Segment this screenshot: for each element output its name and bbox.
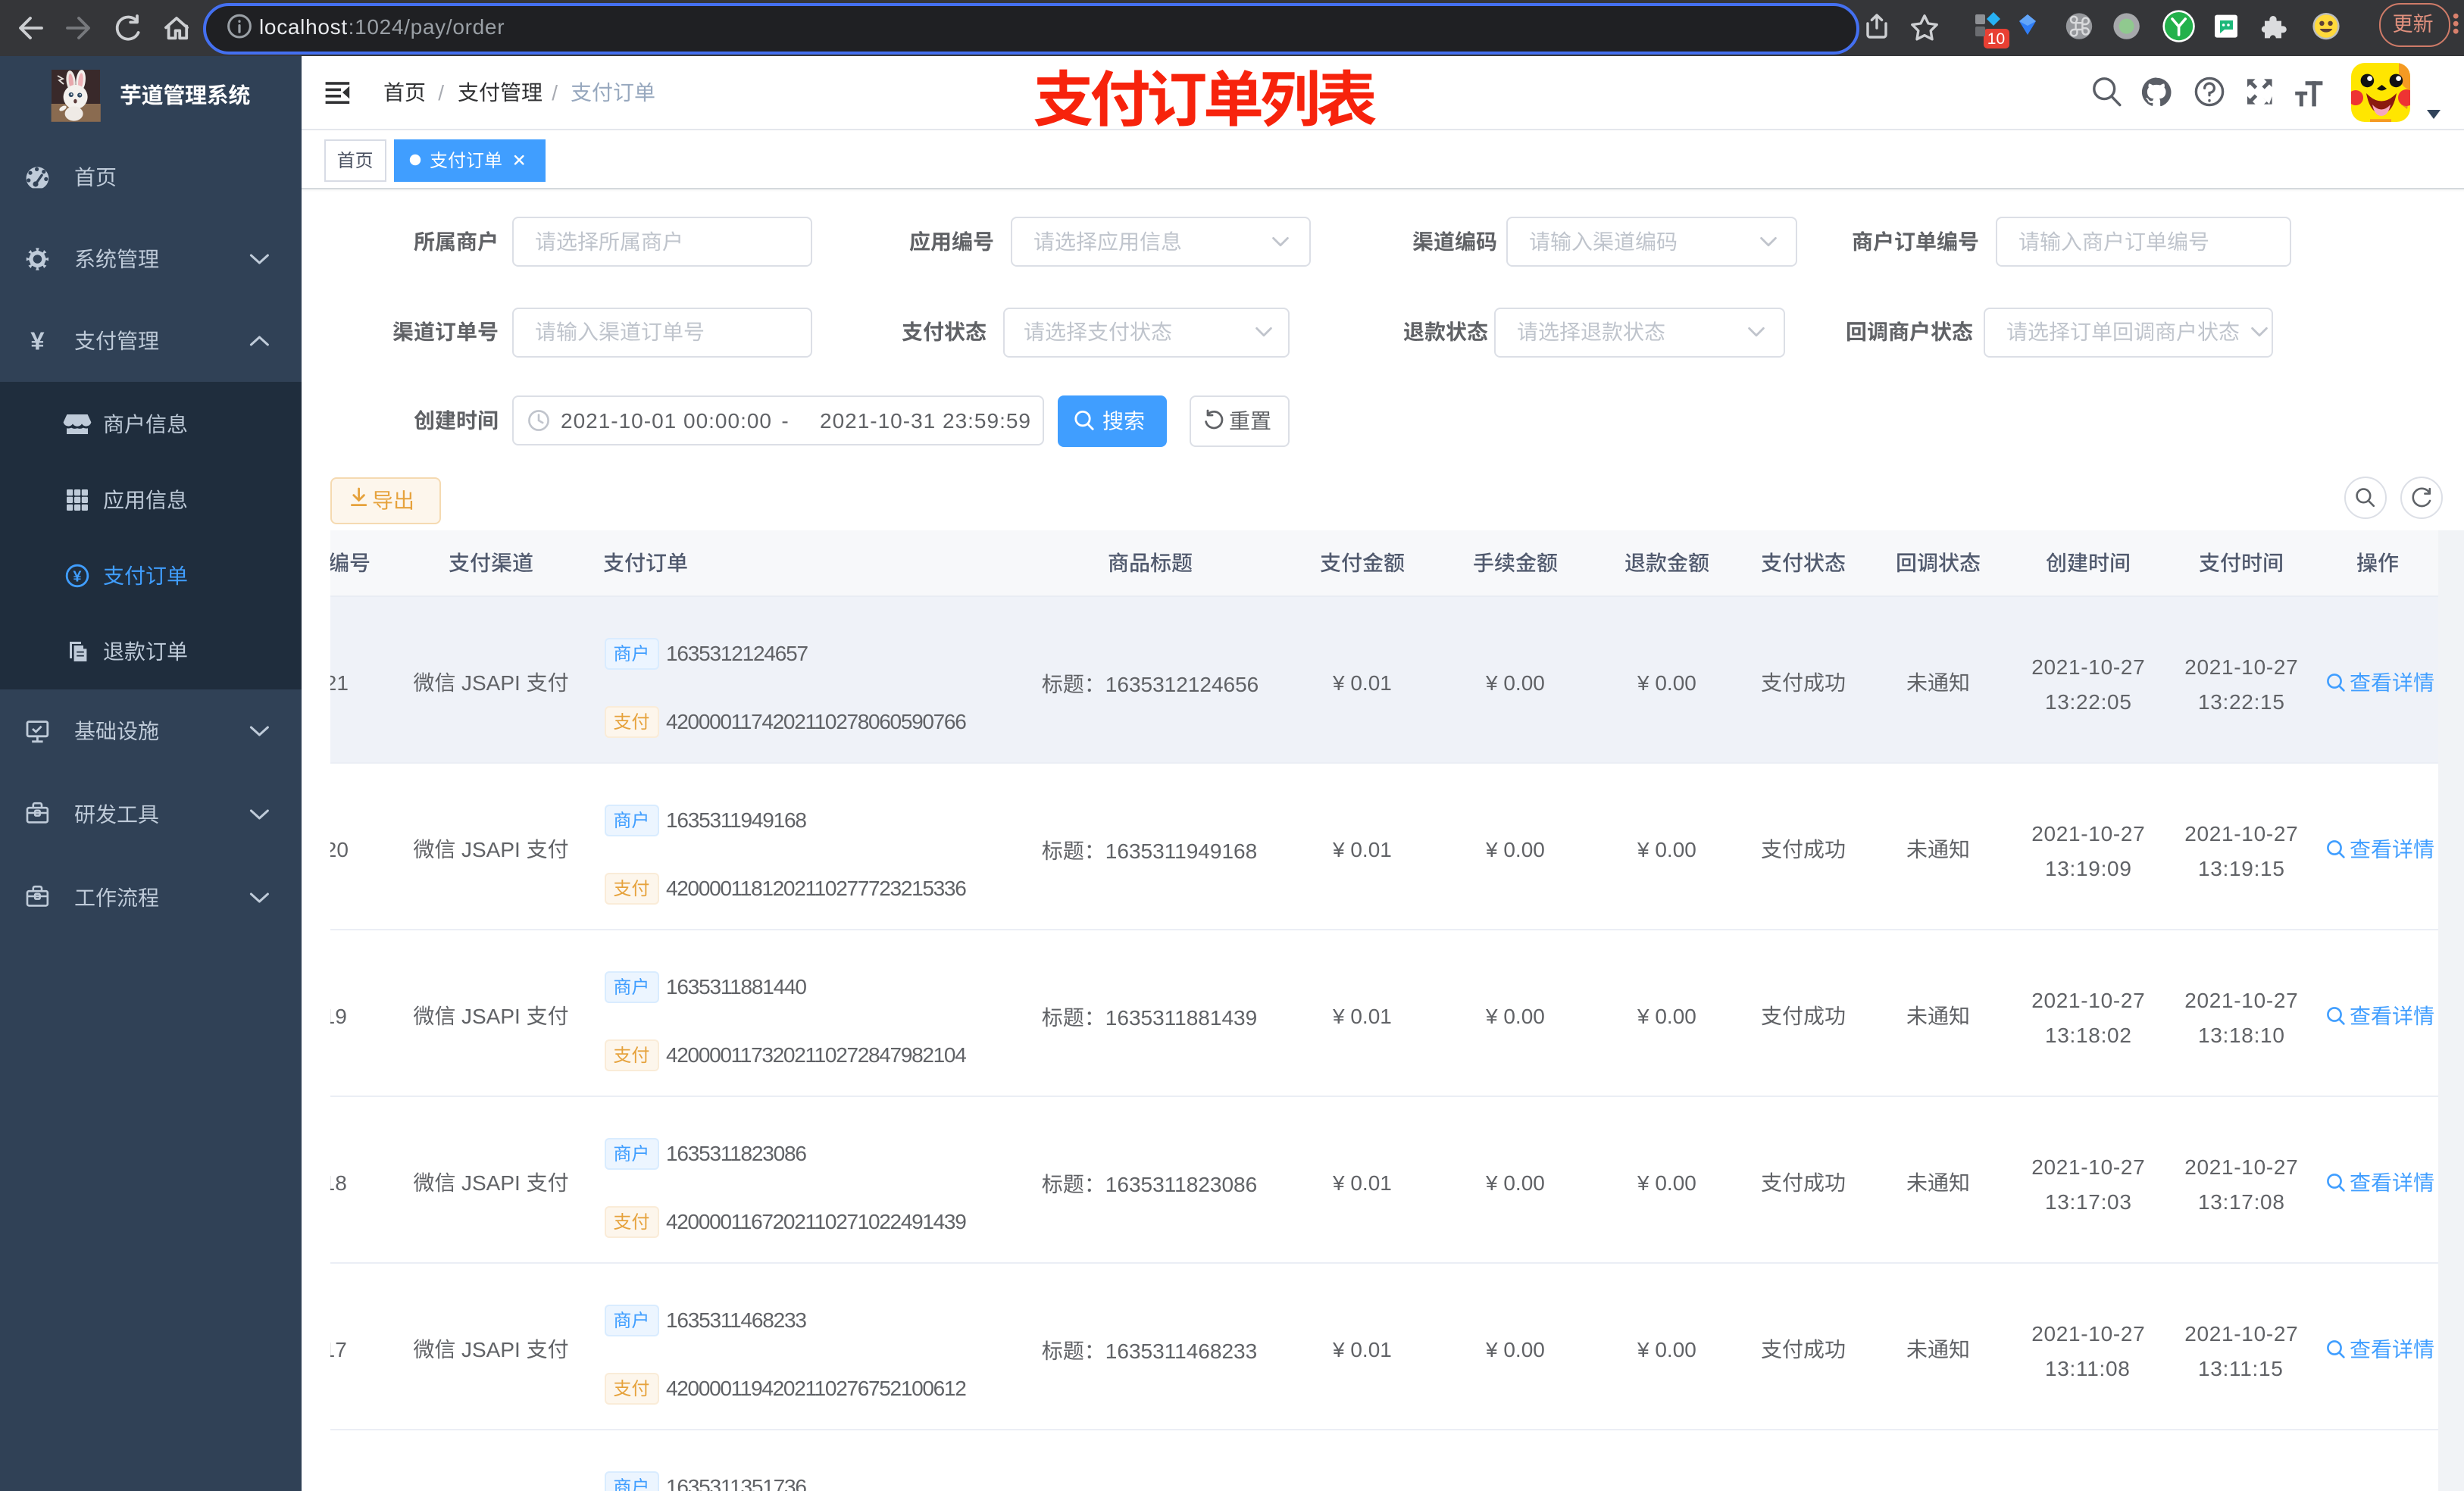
svg-text:2021-10-27: 2021-10-27 [2184,1155,2298,1179]
svg-text:1635311823086: 1635311823086 [1105,1173,1257,1196]
svg-text:¥ 0.00: ¥ 0.00 [1637,1171,1696,1195]
svg-text:1635311881440: 1635311881440 [666,975,806,999]
svg-text:1635311468233: 1635311468233 [666,1308,806,1332]
svg-text:¥ 0.01: ¥ 0.01 [1332,1005,1392,1028]
svg-text:2021-10-31 23:59:59: 2021-10-31 23:59:59 [820,409,1031,433]
svg-text:13:18:10: 13:18:10 [2198,1024,2285,1047]
svg-text:4200001167202110271022491439: 4200001167202110271022491439 [666,1210,966,1233]
svg-text:¥: ¥ [30,327,45,355]
svg-text:13:22:15: 13:22:15 [2198,690,2285,714]
svg-text:¥ 0.00: ¥ 0.00 [1485,1171,1545,1195]
svg-text:1635311949168: 1635311949168 [1105,839,1257,863]
svg-text:¥ 0.00: ¥ 0.00 [1485,1338,1545,1361]
svg-text:1635312124657: 1635312124657 [666,642,808,665]
svg-text:2021-10-27: 2021-10-27 [2184,822,2298,846]
svg-text:4200001181202110277723215336: 4200001181202110277723215336 [666,877,966,900]
svg-text:2021-10-27: 2021-10-27 [2184,655,2298,679]
svg-text:13:11:15: 13:11:15 [2198,1357,2284,1380]
svg-text:2021-10-27: 2021-10-27 [2031,822,2145,846]
svg-text:13:19:09: 13:19:09 [2045,857,2132,880]
svg-text:1635311881439: 1635311881439 [1105,1006,1257,1030]
svg-text:¥ 0.01: ¥ 0.01 [1332,1171,1392,1195]
svg-text:JSAPI: JSAPI [461,1005,521,1028]
svg-text:1635311468233: 1635311468233 [1105,1339,1257,1363]
svg-text:2021-10-27: 2021-10-27 [2031,1155,2145,1179]
svg-text:2021-10-27: 2021-10-27 [2031,989,2145,1012]
svg-text:¥ 0.00: ¥ 0.00 [1637,671,1696,695]
svg-text:1635311351736: 1635311351736 [666,1475,806,1491]
svg-text:4200001194202110276752100612: 4200001194202110276752100612 [666,1377,966,1400]
svg-text::1024/pay/order: :1024/pay/order [349,15,505,39]
svg-text:JSAPI: JSAPI [461,671,521,695]
svg-text:4200001173202110272847982104: 4200001173202110272847982104 [666,1043,966,1067]
svg-text:13:19:15: 13:19:15 [2198,857,2285,880]
svg-text:JSAPI: JSAPI [461,1338,521,1361]
svg-text:13:17:03: 13:17:03 [2045,1190,2132,1214]
svg-text:¥ 0.01: ¥ 0.01 [1332,838,1392,861]
svg-text:¥ 0.00: ¥ 0.00 [1485,838,1545,861]
svg-text:10: 10 [1987,30,2005,48]
svg-text:/: / [438,81,444,105]
svg-text:13:11:08: 13:11:08 [2045,1357,2131,1380]
svg-text:-: - [781,409,788,433]
svg-text:¥ 0.01: ¥ 0.01 [1332,671,1392,695]
svg-text:¥ 0.00: ¥ 0.00 [1637,838,1696,861]
svg-text:¥ 0.00: ¥ 0.00 [1637,1338,1696,1361]
svg-text:2021-10-27: 2021-10-27 [2031,655,2145,679]
svg-text:¥ 0.01: ¥ 0.01 [1332,1338,1392,1361]
svg-text:13:17:08: 13:17:08 [2198,1190,2285,1214]
svg-text:¥ 0.00: ¥ 0.00 [1485,1005,1545,1028]
svg-text:2021-10-27: 2021-10-27 [2031,1322,2145,1346]
svg-text:1635311949168: 1635311949168 [666,808,806,832]
svg-text:2021-10-27: 2021-10-27 [2184,989,2298,1012]
svg-text:13:22:05: 13:22:05 [2045,690,2132,714]
svg-text:2021-10-01 00:00:00: 2021-10-01 00:00:00 [561,409,772,433]
svg-text:1635311823086: 1635311823086 [666,1142,806,1165]
svg-text:2021-10-27: 2021-10-27 [2184,1322,2298,1346]
svg-text:JSAPI: JSAPI [461,838,521,861]
svg-text:4200001174202110278060590766: 4200001174202110278060590766 [666,710,966,733]
svg-text:¥: ¥ [73,569,82,586]
svg-text:¥ 0.00: ¥ 0.00 [1485,671,1545,695]
svg-text:localhost: localhost [259,15,348,39]
svg-text:JSAPI: JSAPI [461,1171,521,1195]
svg-text:¥ 0.00: ¥ 0.00 [1637,1005,1696,1028]
svg-text:/: / [552,81,558,105]
svg-text:1635312124656: 1635312124656 [1105,673,1259,696]
svg-text:13:18:02: 13:18:02 [2045,1024,2132,1047]
